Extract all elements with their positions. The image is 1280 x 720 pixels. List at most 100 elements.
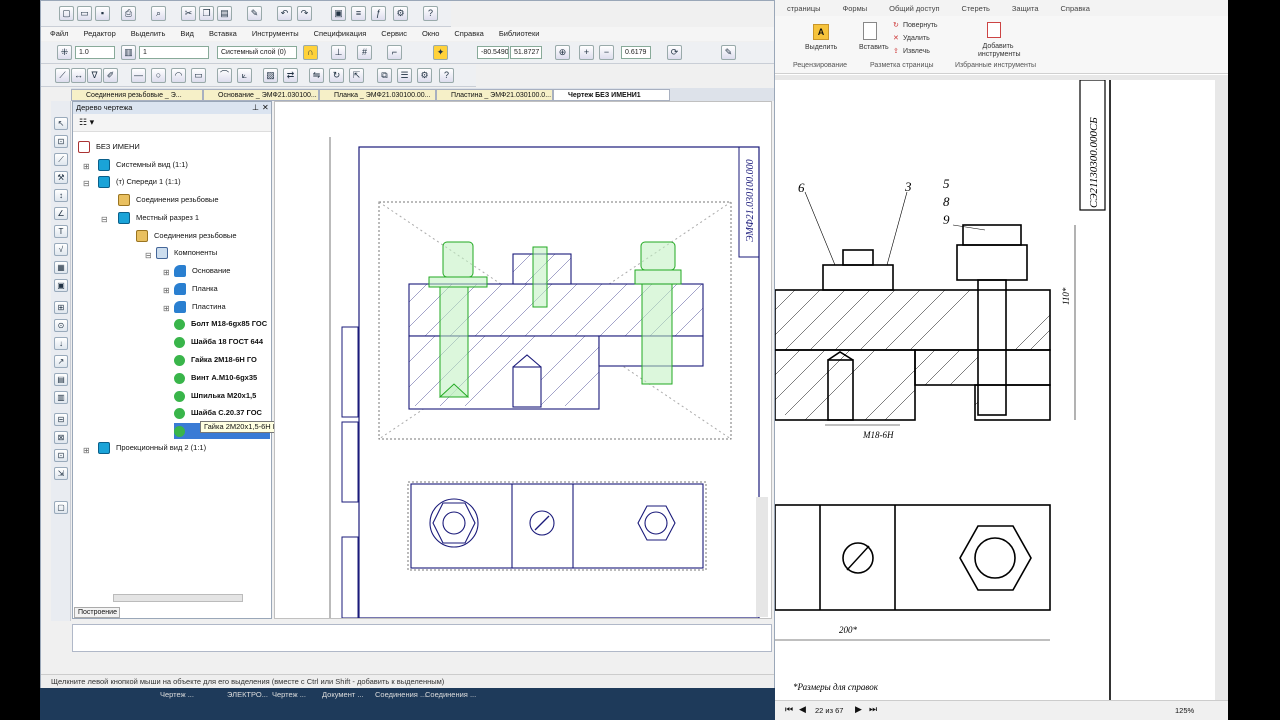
cut-icon[interactable]: ✂ (181, 6, 196, 21)
angle-tool-icon[interactable]: ∠ (54, 207, 68, 220)
tree-item-local-section[interactable]: Местный разрез 1 (118, 210, 199, 226)
print-icon[interactable]: ⎙ (121, 6, 136, 21)
tree-item-bolt[interactable]: Болт М18-6gx85 ГОС (174, 316, 267, 332)
menu-service[interactable]: Сервис (372, 27, 413, 38)
rect-icon[interactable]: ▭ (191, 68, 206, 83)
roughness-tool-icon[interactable]: √ (54, 243, 68, 256)
report-tool-icon[interactable]: ▥ (54, 391, 68, 404)
close-icon[interactable]: ✕ (262, 103, 269, 112)
rotate-icon[interactable]: ↻ (893, 21, 899, 29)
variables-icon[interactable]: ≡ (351, 6, 366, 21)
dimension-tool-icon[interactable]: ↕ (54, 189, 68, 202)
arc-icon[interactable]: ◠ (171, 68, 186, 83)
pin-icon[interactable]: ⊥ (252, 103, 259, 112)
scale-field[interactable]: 1.0 (75, 46, 115, 59)
doc-tab-threaded[interactable]: Соединения резьбовые _ Э... (71, 89, 203, 101)
prev-page-icon[interactable]: ◀ (799, 704, 806, 715)
hammer-tool-icon[interactable]: ⚒ (54, 171, 68, 184)
drawing-canvas[interactable]: ЭМФ21.030100.000 (274, 101, 772, 619)
menu-window[interactable]: Окно (413, 27, 445, 38)
chamfer-icon[interactable]: ⟀ (237, 68, 252, 83)
group-icon[interactable]: ⧉ (377, 68, 392, 83)
tab-share[interactable]: Общий доступ (877, 0, 949, 16)
zoom-field[interactable]: 0.6179 (621, 46, 651, 59)
tree-item-components[interactable]: Компоненты (156, 245, 217, 261)
taskbar-item-5[interactable]: Соединения ... (375, 690, 426, 699)
measure-icon[interactable]: ⇄ (283, 68, 298, 83)
undo-icon[interactable]: ↶ (277, 6, 292, 21)
insert-page-icon[interactable] (863, 22, 877, 40)
line-tool-icon[interactable]: ⟋ (54, 153, 68, 166)
tree-item-nut-m18[interactable]: Гайка 2М18-6Н ГО (174, 352, 257, 368)
extract-label[interactable]: Извлечь (903, 48, 930, 55)
tree-item-washer-c20[interactable]: Шайба С.20.37 ГОС (174, 405, 262, 421)
menu-editor[interactable]: Редактор (74, 27, 121, 38)
properties-panel-icon[interactable]: ✎ (721, 45, 736, 60)
scale-icon[interactable]: ⇱ (349, 68, 364, 83)
line-icon[interactable]: — (131, 68, 146, 83)
geometry-icon[interactable]: ⟋ (55, 68, 70, 83)
refresh-icon[interactable]: ⟳ (667, 45, 682, 60)
paste-icon[interactable]: ▤ (217, 6, 232, 21)
menu-specification[interactable]: Спецификация (305, 27, 373, 38)
first-page-icon[interactable]: ⏮ (785, 704, 793, 715)
menu-help[interactable]: Справка (445, 27, 489, 38)
help-icon[interactable]: ? (423, 6, 438, 21)
text-tool-icon[interactable]: T (54, 225, 68, 238)
next-page-icon[interactable]: ▶ (855, 704, 862, 715)
menu-libraries[interactable]: Библиотеки (490, 27, 546, 38)
copy-icon[interactable]: ❐ (199, 6, 214, 21)
tree-item-washer-18[interactable]: Шайба 18 ГОСТ 644 (174, 334, 263, 350)
tab-protect[interactable]: Защита (1000, 0, 1049, 16)
doc-tab-base[interactable]: Основание _ ЭМФ21.030100... (203, 89, 319, 101)
dimensions-icon[interactable]: ↔ (71, 68, 86, 83)
page-indicator[interactable]: 22 из 67 (815, 706, 843, 715)
arrow-tool-icon[interactable]: ↓ (54, 337, 68, 350)
menu-tools[interactable]: Инструменты (243, 27, 305, 38)
grid-toggle-icon[interactable]: # (357, 45, 372, 60)
tree-item-plate[interactable]: Пластина (174, 299, 226, 315)
highlight-icon[interactable]: A (813, 24, 829, 40)
tree-structure-icon[interactable]: ☷ ▾ (79, 117, 94, 128)
highlight-label[interactable]: Выделить (805, 44, 837, 51)
new-file-icon[interactable]: ▢ (59, 6, 74, 21)
tree-item-threaded-1[interactable]: Соединения резьбовые (118, 192, 219, 208)
menu-select[interactable]: Выделить (122, 27, 172, 38)
select-tool-icon[interactable]: ⊡ (54, 135, 68, 148)
fillet-icon[interactable]: ⌒ (217, 68, 232, 83)
insert-tool-icon[interactable]: ⇲ (54, 467, 68, 480)
insert-label[interactable]: Вставить (859, 44, 889, 51)
formula-icon[interactable]: ƒ (371, 6, 386, 21)
tree-item-front-view[interactable]: (т) Спереди 1 (1:1) (98, 174, 181, 190)
add-tools-icon[interactable] (987, 22, 1001, 38)
mirror-icon[interactable]: ⇋ (309, 68, 324, 83)
taskbar-item-6[interactable]: Соединения ... (425, 690, 476, 699)
layer-icon[interactable]: ▥ (121, 45, 136, 60)
add-tools-label[interactable]: Добавить инструменты (978, 43, 1021, 59)
properties-panel[interactable] (72, 624, 772, 652)
table-tool-icon[interactable]: ▦ (54, 261, 68, 274)
view-tool-icon[interactable]: ▣ (54, 279, 68, 292)
circle-icon[interactable]: ○ (151, 68, 166, 83)
layer-number-field[interactable]: 1 (139, 46, 209, 59)
tree-item-plank[interactable]: Планка (174, 281, 218, 297)
frame-tool-icon[interactable]: ▢ (54, 501, 68, 514)
spec-tool-icon[interactable]: ▤ (54, 373, 68, 386)
tree-item-system-view[interactable]: Системный вид (1:1) (98, 157, 188, 173)
delete-icon[interactable]: ✕ (893, 34, 899, 42)
param-tool-icon[interactable]: ⊟ (54, 413, 68, 426)
section-tool-icon[interactable]: ⊞ (54, 301, 68, 314)
zoom-out-icon[interactable]: − (599, 45, 614, 60)
extract-icon[interactable]: ⇪ (893, 47, 899, 55)
open-file-icon[interactable]: ▭ (77, 6, 92, 21)
menu-file[interactable]: Файл (41, 27, 74, 38)
library-manager-icon[interactable]: ⚙ (417, 68, 432, 83)
coord-x-field[interactable]: -80.5490 (477, 46, 509, 59)
tab-construction[interactable]: Построение (74, 607, 120, 618)
coord-y-field[interactable]: 51.8727 (510, 46, 542, 59)
taskbar-item-3[interactable]: Чертеж ... (272, 690, 306, 699)
redo-icon[interactable]: ↷ (297, 6, 312, 21)
zoom-window-icon[interactable]: ⊕ (555, 45, 570, 60)
grid-icon[interactable]: ⁜ (57, 45, 72, 60)
doc-tab-plank[interactable]: Планка _ ЭМФ21.030100.00... (319, 89, 436, 101)
